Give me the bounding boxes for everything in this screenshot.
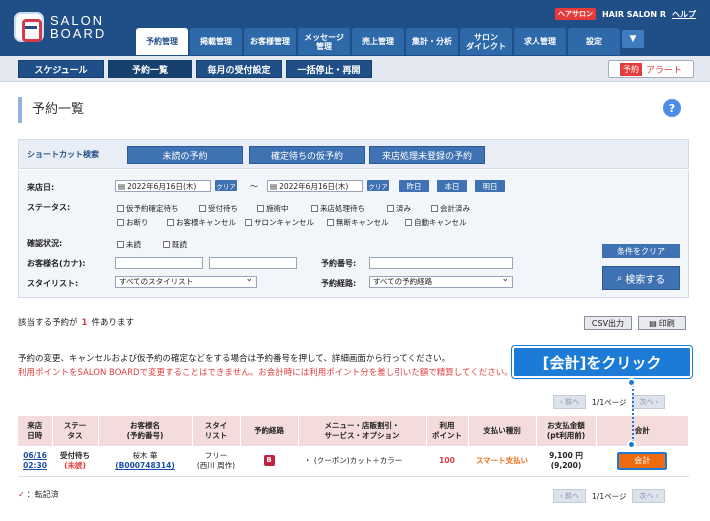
callout-dot-top [627,378,636,387]
subtab-monthly-settings[interactable]: 毎月の受付設定 [196,60,282,78]
alert-button[interactable]: 予約 アラート [608,60,694,78]
help-icon[interactable]: ? [663,99,681,117]
yesterday-button[interactable]: 昨日 [399,180,429,192]
route-select[interactable]: すべての予約経路 [369,274,513,288]
checkout-button[interactable]: 会計 [616,450,669,471]
top-header: SALON BOARD ヘアサロン HAIR SALON R ヘルプ 予約管理 掲… [0,0,710,56]
customer-last-name-input[interactable] [115,257,203,269]
status-checkbox[interactable]: サロンキャンセル [245,217,314,228]
pager-top: ‹ 前へ 1/1ページ 次へ › [553,395,666,409]
tab-analytics[interactable]: 集計・分析 [406,28,458,55]
shortcut-search-panel: ショートカット検索 未読の予約 確定待ちの仮予約 来店処理未登録の予約 [18,139,689,169]
reservation-table: 来店 日時 ステー タス お客様名 (予約番号) スタイ リスト 予約経路 メニ… [18,416,689,477]
info-text: 予約の変更、キャンセルおよび仮予約の確定などをする場合は予約番号を押して、詳細画… [18,354,451,364]
subtab-reservation-list[interactable]: 予約一覧 [108,60,192,78]
status-checkbox[interactable]: 会計済み [431,203,470,214]
status-checkbox[interactable]: 施術中 [257,203,289,214]
next-page-button[interactable]: 次へ › [632,395,666,409]
table-row: 06/16 02:30 受付待ち (未読) 桜木 華 (B000748314) フリー… [18,446,689,477]
print-icon: ▤ [649,318,657,328]
stylist-label: スタイリスト: [27,279,79,288]
salon-board-logo[interactable]: SALON BOARD [14,12,106,42]
logo-mark-icon [14,12,44,42]
visit-time-link[interactable]: 02:30 [18,461,52,471]
status-label: ステータス: [27,203,71,212]
status-checkbox[interactable]: 済み [387,203,411,214]
help-link[interactable]: ヘルプ [672,9,696,20]
date-to-clear-button[interactable]: クリア [367,180,389,191]
page-title: 予約一覧 [18,97,84,123]
route-label: 予約経路: [321,279,357,288]
status-checkbox[interactable]: お断り [117,217,149,228]
points-cell: 100 [426,446,468,477]
stylist-select[interactable]: すべてのスタイリスト [115,274,257,288]
status-checkbox[interactable]: お客様キャンセル [167,217,236,228]
legend: ✓ ：転記済 [18,490,59,499]
status-checkbox[interactable]: 無断キャンセル [327,217,389,228]
status-checkbox[interactable]: 仮予約確定待ち [117,203,179,214]
search-button[interactable]: ⌕ 検索する [602,266,680,290]
today-button[interactable]: 本日 [437,180,467,192]
route-b-icon: B [263,455,275,467]
unread-reservations-button[interactable]: 未読の予約 [127,146,243,164]
payment-type-cell: スマート支払い [468,446,536,477]
status-checkbox[interactable]: 来店処理待ち [311,203,365,214]
unregistered-visits-button[interactable]: 来店処理未登録の予約 [369,146,485,164]
callout-dot-bottom [627,440,636,449]
print-button[interactable]: ▤ 印刷 [638,316,686,330]
date-from-clear-button[interactable]: クリア [215,180,237,191]
point-warning-text: 利用ポイントをSALON BOARDで変更することはできません。お会計時には利用… [18,368,513,378]
pending-reservations-button[interactable]: 確定待ちの仮予約 [249,146,365,164]
calendar-icon: ▤ [118,181,126,191]
menu-dropdown-icon[interactable]: ▼ [622,30,644,48]
reservation-number-link[interactable]: (B000748314) [98,461,192,471]
reservation-number-label: 予約番号: [321,259,357,268]
instruction-callout: [会計]をクリック [512,346,692,378]
prev-page-button[interactable]: ‹ 前へ [553,489,587,503]
date-from-field[interactable]: ▤ 2022年6月16日(木) [115,180,211,192]
status-checkbox[interactable]: 自動キャンセル [405,217,467,228]
visit-date-label: 来店日: [27,183,55,192]
date-to-field[interactable]: ▤ 2022年6月16日(木) [267,180,363,192]
customer-first-name-input[interactable] [209,257,297,269]
clear-conditions-button[interactable]: 条件をクリア [602,244,680,258]
read-checkbox[interactable]: 既読 [163,239,187,250]
tab-messages[interactable]: メッセージ 管理 [298,28,350,55]
tab-listing[interactable]: 掲載管理 [190,28,242,55]
salon-type-badge: ヘアサロン [554,8,596,20]
calendar-icon: ▤ [270,181,278,191]
tab-reservation[interactable]: 予約管理 [136,28,188,55]
tab-sales[interactable]: 売上管理 [352,28,404,55]
salon-name: HAIR SALON R [601,9,666,19]
shortcut-label: ショートカット検索 [27,150,99,159]
search-form: 来店日: ▤ 2022年6月16日(木) クリア ～ ▤ 2022年6月16日(木)… [18,170,689,298]
result-count: 該当する予約が 1 件あります [18,318,134,328]
table-header-row: 来店 日時 ステー タス お客様名 (予約番号) スタイ リスト 予約経路 メニ… [18,416,689,446]
visit-date-link[interactable]: 06/16 [18,451,52,461]
subtab-bulk-stop[interactable]: 一括停止・再開 [286,60,372,78]
confirm-status-label: 確認状況: [27,239,63,248]
customer-name: 桜木 華 [132,450,158,460]
subtab-schedule[interactable]: スケジュール [18,60,104,78]
tab-recruit[interactable]: 求人管理 [514,28,566,55]
customer-name-label: お客様名(カナ): [27,259,86,268]
pager-bottom: ‹ 前へ 1/1ページ 次へ › [553,489,666,503]
prev-page-button[interactable]: ‹ 前へ [553,395,587,409]
main-tabs: 予約管理 掲載管理 お客様管理 メッセージ 管理 売上管理 集計・分析 サロン … [136,28,644,55]
csv-export-button[interactable]: CSV出力 [584,316,632,330]
check-icon: ✓ [18,490,25,499]
tab-salon-direct[interactable]: サロン ダイレクト [460,28,512,55]
status-checkbox[interactable]: 受付待ち [199,203,238,214]
tab-settings[interactable]: 設定 [568,28,620,55]
reservation-number-input[interactable] [369,257,513,269]
search-icon: ⌕ [616,272,623,284]
tomorrow-button[interactable]: 明日 [475,180,505,192]
tab-customers[interactable]: お客様管理 [244,28,296,55]
sub-navigation: スケジュール 予約一覧 毎月の受付設定 一括停止・再開 予約 アラート [0,56,710,82]
menu-cell: ・ (クーポン)カット＋カラー [298,446,426,477]
callout-connector [632,382,634,442]
unread-checkbox[interactable]: 未読 [117,239,141,250]
next-page-button[interactable]: 次へ › [632,489,666,503]
